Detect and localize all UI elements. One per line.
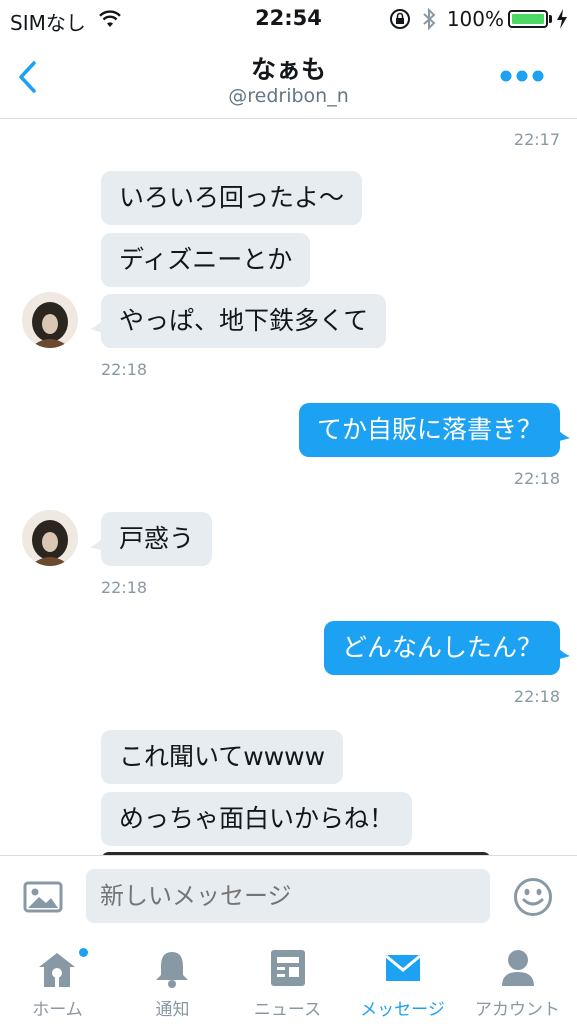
message-bubble-received[interactable]: ディズニーとか — [101, 233, 311, 287]
tab-label: 通知 — [155, 1000, 190, 1020]
envelope-icon — [385, 954, 421, 981]
conversation-title: なぁも — [250, 55, 326, 84]
message-timestamp: 22:18 — [513, 469, 560, 488]
bubble-tail — [556, 426, 570, 442]
battery-percentage: 100% — [446, 7, 504, 31]
battery-icon — [508, 10, 548, 28]
tab-bar: ホーム 通知 ニュース メッセージ アカウント — [0, 935, 577, 1024]
tab-messages[interactable]: メッセージ — [345, 935, 460, 1024]
message-bubble-received[interactable]: めっちゃ面白いからね！ — [101, 792, 413, 846]
tab-news[interactable]: ニュース — [230, 935, 345, 1024]
bubble-tail — [90, 535, 104, 551]
message-timestamp: 22:18 — [101, 360, 148, 379]
orientation-lock-icon — [390, 9, 410, 29]
message-timestamp: 22:18 — [101, 578, 148, 597]
bubble-tail — [556, 644, 570, 660]
tab-label: ニュース — [253, 1000, 322, 1020]
tab-home[interactable]: ホーム — [0, 935, 115, 1024]
conversation-handle: @redribon_n — [228, 85, 349, 107]
message-bubble-sent[interactable]: どんなんしたん？ — [323, 621, 560, 675]
message-input[interactable] — [86, 869, 490, 923]
news-icon — [271, 950, 305, 986]
bubble-tail — [90, 317, 104, 333]
message-bubble-received[interactable]: いろいろ回ったよ〜 — [101, 171, 363, 225]
bell-icon — [156, 952, 188, 988]
message-bubble-sent[interactable]: てか自販に落書き？ — [298, 403, 560, 457]
charging-icon — [557, 9, 567, 29]
conversation-header: なぁも @redribon_n — [0, 38, 577, 119]
message-timestamp: 22:17 — [513, 130, 560, 149]
message-bubble-received[interactable]: これ聞いてwwww — [101, 730, 344, 784]
tab-notifications[interactable]: 通知 — [115, 935, 230, 1024]
tab-label: アカウント — [475, 1000, 560, 1020]
status-bar: SIMなし 22:54 100% — [0, 0, 577, 38]
message-bubble-received[interactable]: 戸惑う — [101, 512, 213, 566]
person-icon — [502, 950, 534, 986]
bluetooth-icon — [423, 7, 436, 31]
message-timestamp: 22:18 — [513, 687, 560, 706]
sender-avatar[interactable] — [22, 292, 78, 348]
message-composer — [0, 855, 577, 936]
home-icon — [39, 953, 75, 987]
tab-label: メッセージ — [360, 1000, 445, 1020]
message-list[interactable]: 22:17 いろいろ回ったよ〜 ディズニーとか やっぱ、地下鉄多くて 22:18… — [0, 119, 577, 855]
sender-avatar[interactable] — [22, 510, 78, 566]
image-icon[interactable] — [23, 881, 63, 913]
tab-account[interactable]: アカウント — [460, 935, 575, 1024]
notification-dot — [79, 948, 88, 957]
more-options-icon[interactable] — [499, 69, 545, 83]
message-bubble-received[interactable]: やっぱ、地下鉄多くて — [101, 294, 387, 348]
emoji-icon[interactable] — [513, 877, 553, 917]
tab-label: ホーム — [32, 1000, 83, 1020]
